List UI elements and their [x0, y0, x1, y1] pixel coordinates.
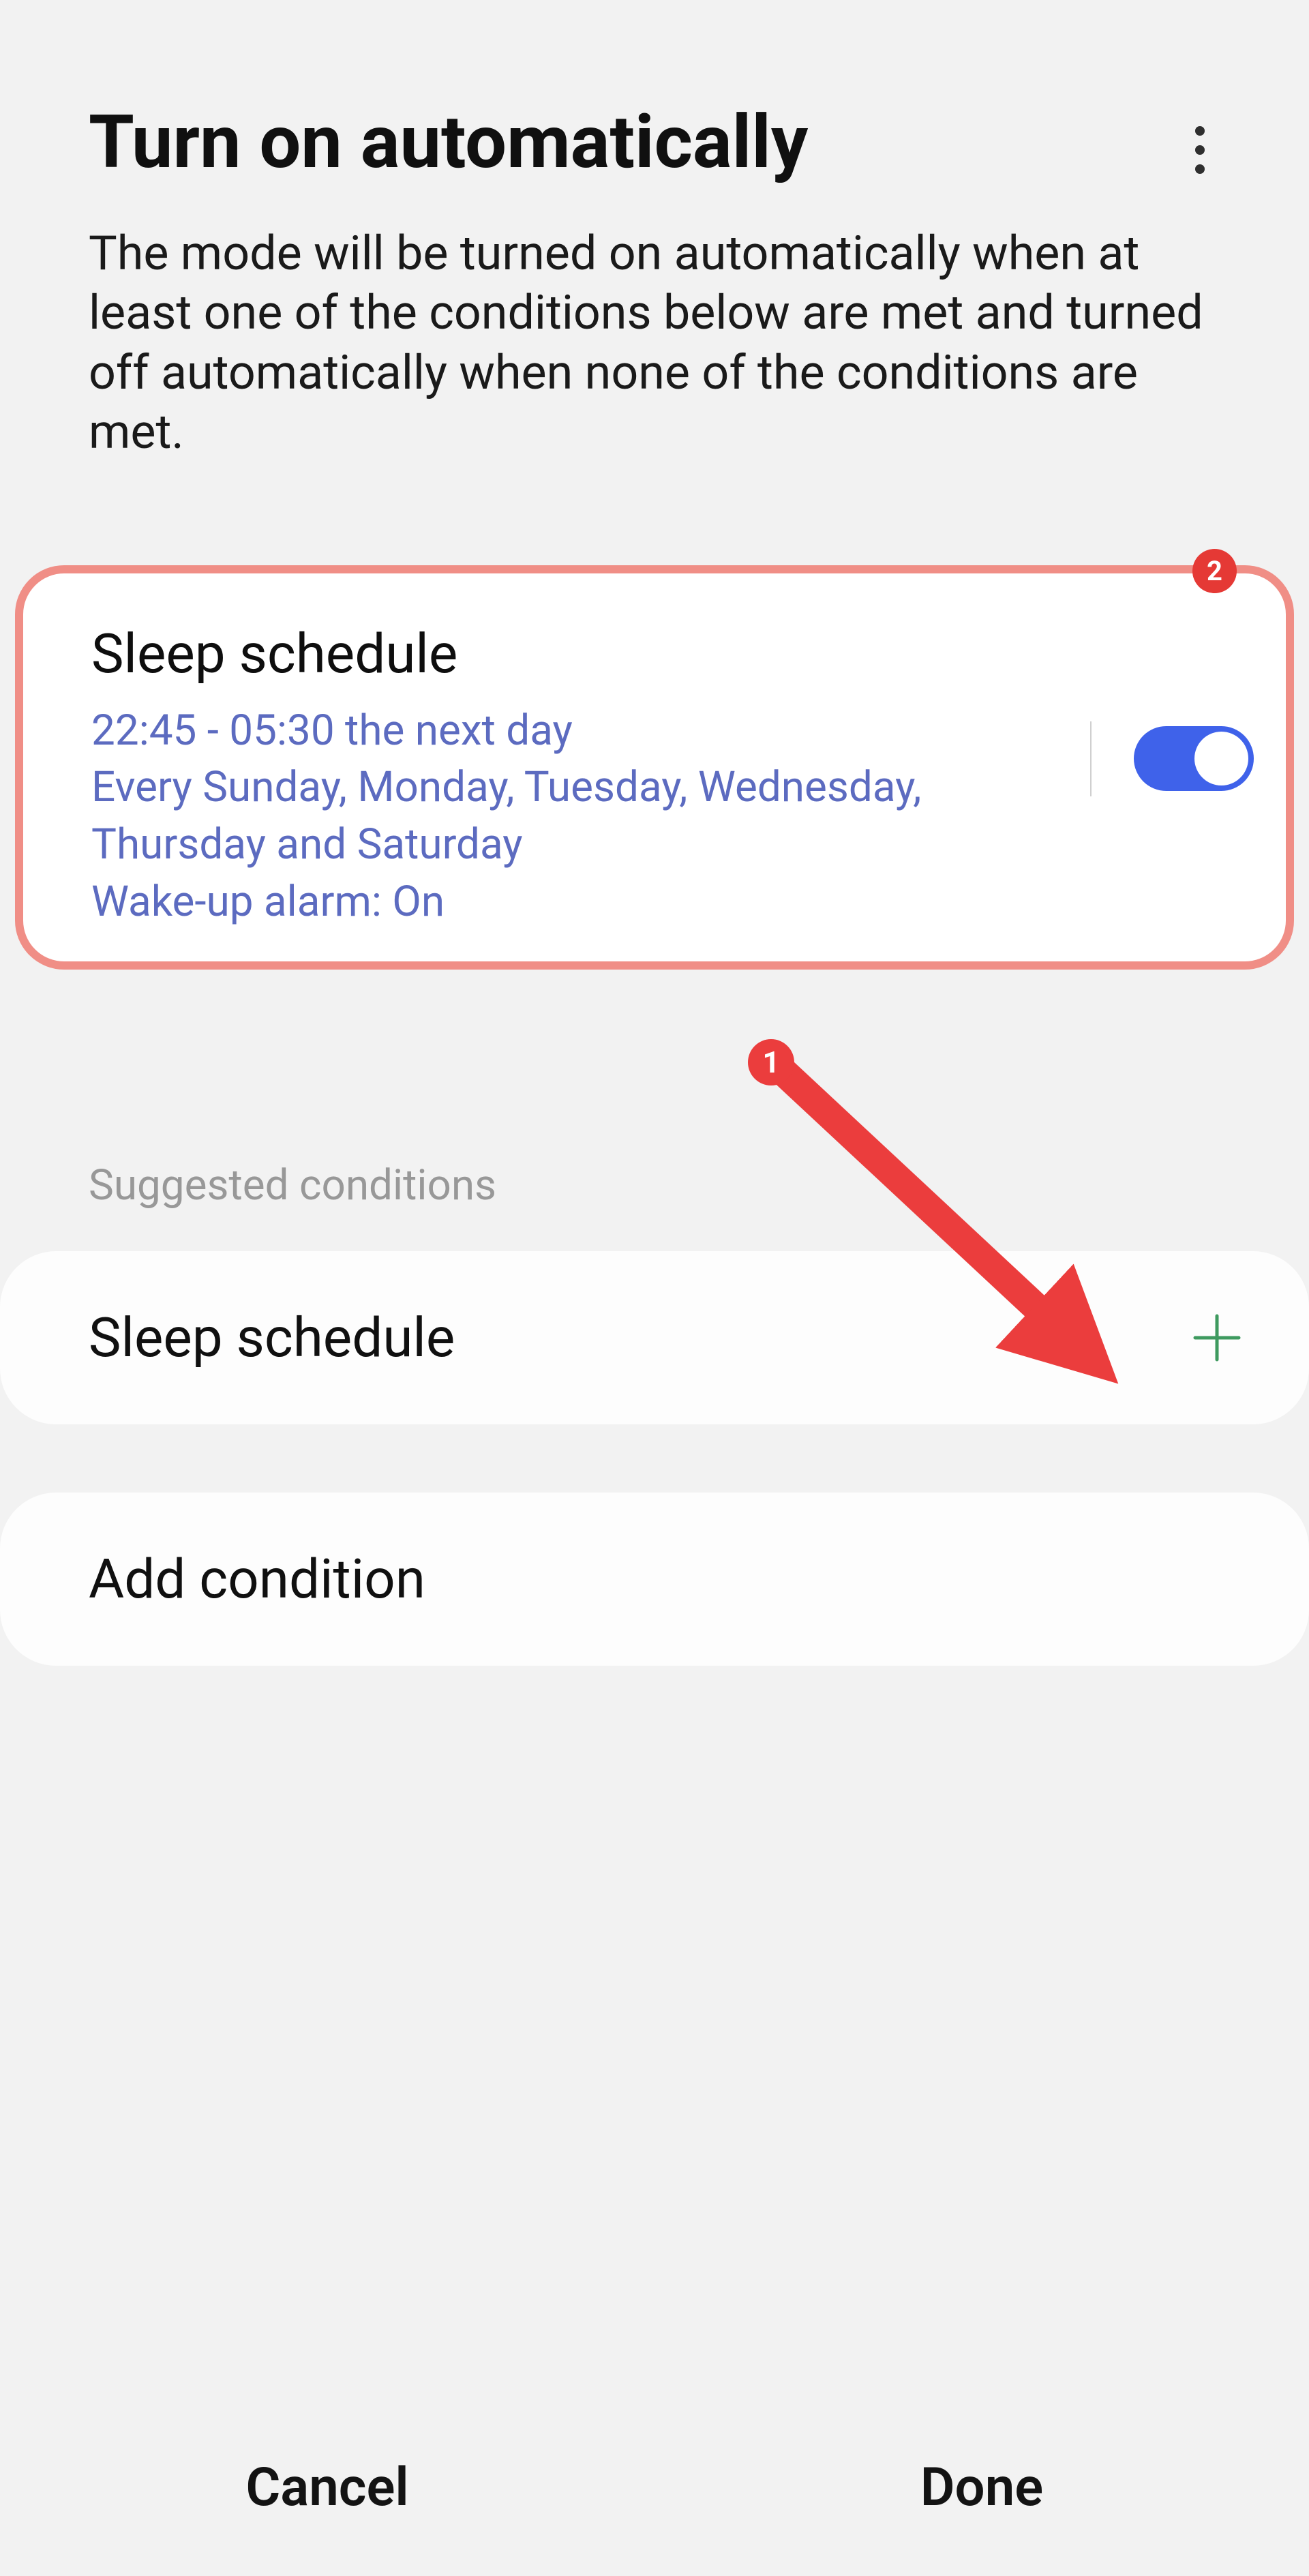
kebab-menu-icon — [1194, 125, 1205, 175]
suggested-sleep-schedule-item[interactable]: Sleep schedule — [0, 1251, 1309, 1424]
divider — [1090, 721, 1092, 796]
condition-alarm-line: Wake-up alarm: On — [91, 873, 964, 931]
done-button[interactable]: Done — [654, 2399, 1309, 2576]
annotation-badge-2: 2 — [1192, 549, 1237, 593]
add-condition-label: Add condition — [89, 1547, 425, 1611]
condition-title: Sleep schedule — [91, 622, 1231, 686]
page-description: The mode will be turned on automatically… — [0, 183, 1309, 463]
more-options-button[interactable] — [1179, 130, 1220, 170]
suggested-conditions-label: Suggested conditions — [0, 1160, 1309, 1210]
toggle-knob — [1194, 732, 1248, 785]
plus-icon — [1193, 1314, 1241, 1362]
add-condition-item[interactable]: Add condition — [0, 1493, 1309, 1666]
condition-days-line: Every Sunday, Monday, Tuesday, Wednesday… — [91, 759, 964, 873]
cancel-button[interactable]: Cancel — [0, 2399, 654, 2576]
suggested-item-label: Sleep schedule — [89, 1306, 455, 1370]
page-title: Turn on automatically — [89, 102, 808, 183]
annotation-badge-1: 1 — [762, 1045, 779, 1080]
sleep-schedule-toggle[interactable] — [1134, 726, 1254, 791]
condition-time-line: 22:45 - 05:30 the next day — [91, 702, 964, 760]
sleep-schedule-condition-card[interactable]: 2 Sleep schedule 22:45 - 05:30 the next … — [15, 565, 1294, 970]
bottom-action-bar: Cancel Done — [0, 2399, 1309, 2576]
